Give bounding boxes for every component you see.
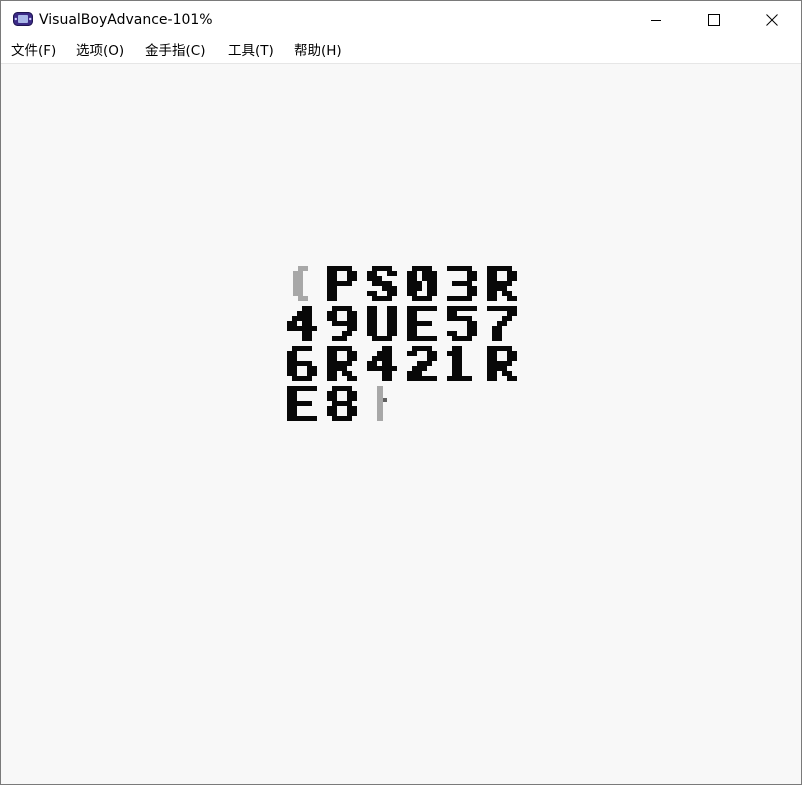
menu-help[interactable]: 帮助(H) (294, 43, 342, 59)
menu-options[interactable]: 选项(O) (76, 43, 124, 59)
code-char (367, 306, 397, 341)
code-char (287, 386, 317, 421)
code-char (327, 386, 357, 421)
game-screen[interactable] (1, 64, 801, 784)
game-screen-canvas (287, 266, 517, 421)
code-char (487, 306, 517, 341)
code-char (447, 346, 472, 381)
gba-icon[interactable] (13, 11, 33, 27)
code-char (407, 346, 437, 381)
code-char (287, 346, 317, 381)
minimize-icon (650, 14, 662, 26)
close-button[interactable] (743, 1, 801, 39)
code-char (327, 266, 357, 301)
code-char (327, 346, 357, 381)
code-char (447, 266, 477, 301)
text-cursor-icon (377, 386, 387, 421)
window-title: VisualBoyAdvance-101% (39, 12, 213, 28)
maximize-button[interactable] (685, 1, 743, 39)
menu-cheats[interactable]: 金手指(C) (145, 43, 205, 59)
app-window: VisualBoyAdvance-101% 文件(F) 选项(O) 金手指(C)… (0, 0, 802, 785)
code-char (407, 306, 437, 341)
code-char (447, 306, 477, 341)
code-char (327, 306, 357, 341)
code-char (367, 266, 397, 301)
close-icon (766, 14, 778, 26)
code-char (367, 346, 397, 381)
code-char (487, 266, 517, 301)
menu-tools[interactable]: 工具(T) (228, 43, 274, 59)
title-bar[interactable]: VisualBoyAdvance-101% (1, 1, 801, 39)
code-char (407, 266, 437, 301)
code-char (487, 346, 517, 381)
maximize-icon (708, 14, 720, 26)
minimize-button[interactable] (627, 1, 685, 39)
menu-file[interactable]: 文件(F) (11, 43, 56, 59)
left-bracket-glyph (293, 266, 308, 301)
menu-bar: 文件(F) 选项(O) 金手指(C) 工具(T) 帮助(H) (1, 39, 801, 64)
code-char (287, 306, 317, 341)
